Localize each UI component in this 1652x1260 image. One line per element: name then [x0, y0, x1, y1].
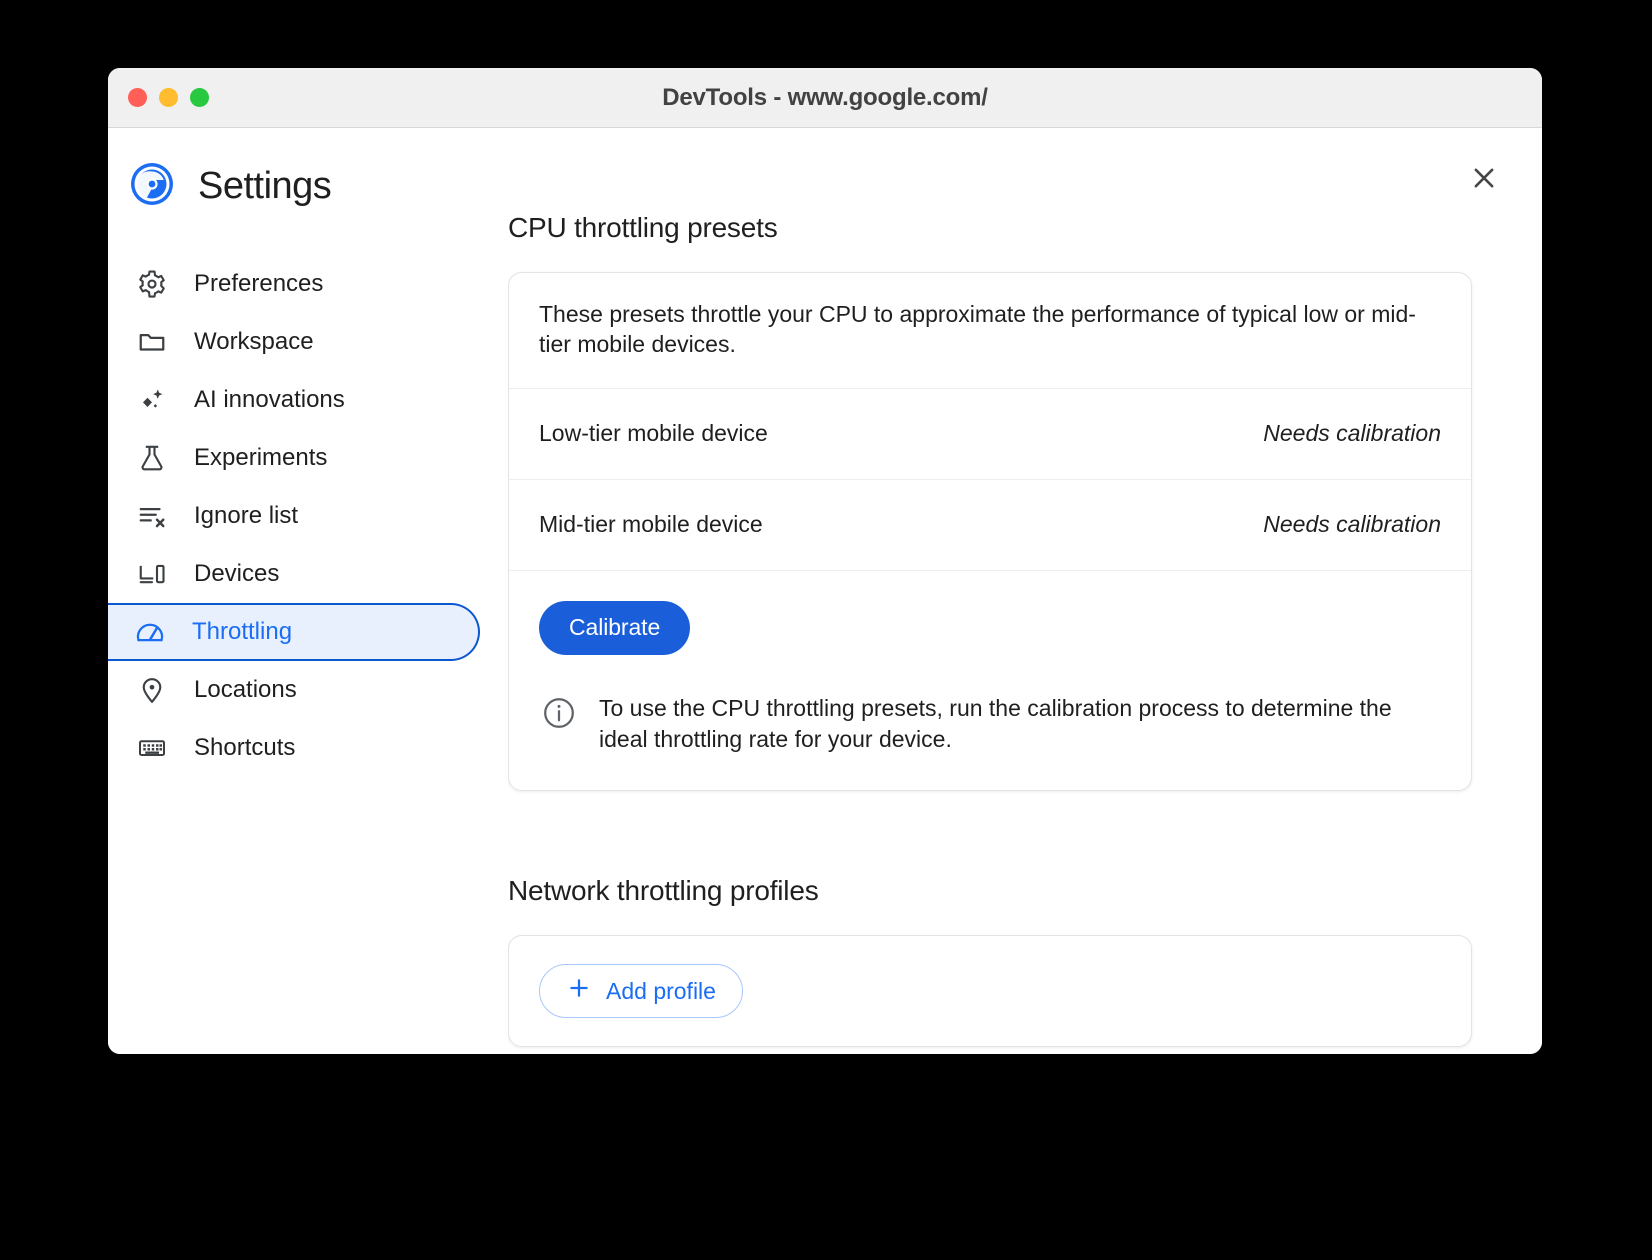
sidebar-item-label: Preferences	[194, 270, 324, 297]
plus-icon	[566, 975, 592, 1007]
calibration-info-row: To use the CPU throttling presets, run t…	[509, 655, 1471, 791]
sidebar-item-label: Throttling	[192, 618, 293, 645]
settings-body: Settings Preferences Workspace AI innova…	[108, 128, 1542, 1054]
network-section-title: Network throttling profiles	[508, 875, 819, 907]
settings-sidebar: Settings Preferences Workspace AI innova…	[108, 128, 508, 1054]
folder-icon	[134, 324, 170, 360]
sidebar-item-devices[interactable]: Devices	[108, 545, 480, 603]
list-x-icon	[134, 498, 170, 534]
sidebar-item-label: Ignore list	[194, 502, 299, 529]
cpu-section-title: CPU throttling presets	[508, 212, 778, 243]
add-profile-label: Add profile	[606, 977, 716, 1004]
info-icon	[541, 695, 577, 736]
traffic-light-group	[128, 88, 209, 107]
minimize-window-button[interactable]	[159, 88, 178, 107]
preset-row[interactable]: Low-tier mobile device Needs calibration	[509, 389, 1471, 480]
maximize-window-button[interactable]	[190, 88, 209, 107]
calibrate-button[interactable]: Calibrate	[539, 600, 691, 655]
calibration-info-text: To use the CPU throttling presets, run t…	[599, 694, 1392, 752]
preset-name: Low-tier mobile device	[539, 420, 768, 447]
sidebar-item-label: Workspace	[194, 328, 314, 355]
flask-icon	[134, 440, 170, 476]
close-window-button[interactable]	[128, 88, 147, 107]
sidebar-item-throttling[interactable]: Throttling	[108, 603, 480, 661]
sidebar-item-experiments[interactable]: Experiments	[108, 429, 480, 487]
cpu-throttling-card: These presets throttle your CPU to appro…	[508, 272, 1472, 792]
sidebar-item-label: AI innovations	[194, 386, 345, 413]
devtools-settings-window: DevTools - www.google.com/ Settings Pref…	[108, 68, 1542, 1054]
keyboard-icon	[134, 730, 170, 766]
preset-status: Needs calibration	[1263, 420, 1441, 447]
close-icon	[1474, 168, 1494, 188]
window-title: DevTools - www.google.com/	[662, 83, 988, 111]
preset-status: Needs calibration	[1263, 511, 1441, 538]
gear-icon	[134, 266, 170, 302]
sidebar-item-workspace[interactable]: Workspace	[108, 313, 480, 371]
network-profiles-card: Add profile	[508, 935, 1472, 1048]
sidebar-item-shortcuts[interactable]: Shortcuts	[108, 719, 480, 777]
sidebar-item-locations[interactable]: Locations	[108, 661, 480, 719]
settings-header: Settings	[108, 160, 508, 213]
add-profile-button[interactable]: Add profile	[539, 964, 743, 1019]
sidebar-item-ignore-list[interactable]: Ignore list	[108, 487, 480, 545]
settings-page-title: Settings	[198, 165, 332, 207]
chrome-logo-icon	[128, 160, 176, 213]
sidebar-item-label: Devices	[194, 560, 280, 587]
sidebar-item-label: Experiments	[194, 444, 328, 471]
sidebar-item-preferences[interactable]: Preferences	[108, 255, 480, 313]
devices-icon	[134, 556, 170, 592]
preset-name: Mid-tier mobile device	[539, 511, 763, 538]
cpu-section-description: These presets throttle your CPU to appro…	[509, 273, 1471, 389]
preset-row[interactable]: Mid-tier mobile device Needs calibration	[509, 480, 1471, 571]
sidebar-item-label: Locations	[194, 676, 297, 703]
settings-main-panel: CPU throttling presets These presets thr…	[508, 128, 1542, 1054]
speedometer-icon	[132, 614, 168, 650]
window-titlebar: DevTools - www.google.com/	[108, 68, 1542, 128]
settings-nav-list: Preferences Workspace AI innovations Exp…	[108, 255, 508, 777]
close-settings-button[interactable]	[1462, 156, 1506, 200]
sidebar-item-ai-innovations[interactable]: AI innovations	[108, 371, 480, 429]
sparkle-icon	[134, 382, 170, 418]
cpu-card-actions: Calibrate	[509, 571, 1471, 655]
map-pin-icon	[134, 672, 170, 708]
sidebar-item-label: Shortcuts	[194, 734, 296, 761]
